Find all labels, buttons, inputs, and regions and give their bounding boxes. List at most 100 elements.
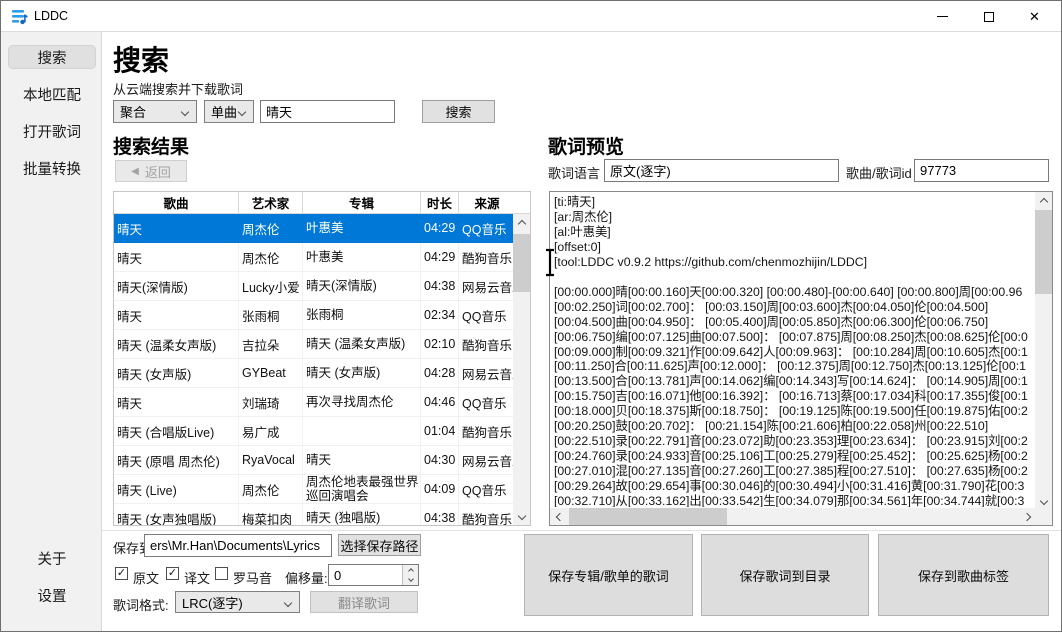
page-title: 搜索 xyxy=(113,39,169,79)
cell-song: 晴天 (Live) xyxy=(114,475,239,504)
cell-duration: 04:29 xyxy=(421,243,459,272)
table-row[interactable]: 晴天 (温柔女声版)吉拉朵晴天 (温柔女声版)02:10酷狗音乐 xyxy=(114,330,513,359)
table-row[interactable]: 晴天刘瑞琦再次寻找周杰伦04:46QQ音乐 xyxy=(114,388,513,417)
format-select[interactable]: LRC(逐字) xyxy=(175,591,300,613)
lyrics-language-input[interactable]: 原文(逐字) xyxy=(604,159,839,182)
minimize-button[interactable] xyxy=(920,1,965,32)
cell-album: 晴天 (独唱版) xyxy=(303,504,421,525)
translation-checkbox-label[interactable]: 译文 xyxy=(184,568,210,587)
lyrics-preview-box[interactable]: [ti:晴天] [ar:周杰伦] [al:叶惠美] [offset:0] [to… xyxy=(549,191,1053,526)
scroll-right-icon[interactable] xyxy=(1019,508,1036,525)
choose-path-button[interactable]: 选择保存路径 xyxy=(338,534,421,556)
cell-song: 晴天(深情版) xyxy=(114,272,239,301)
translate-lyrics-button[interactable]: 翻译歌词 xyxy=(310,591,418,613)
maximize-button[interactable] xyxy=(966,1,1011,32)
sidebar-item-batch-convert[interactable]: 批量转换 xyxy=(8,156,96,180)
source-select-value: 聚合 xyxy=(120,102,146,121)
translation-checkbox[interactable]: ✓ xyxy=(166,567,179,580)
column-header-duration[interactable]: 时长 xyxy=(421,192,459,213)
check-icon: ✓ xyxy=(168,568,177,579)
sidebar-item-settings[interactable]: 设置 xyxy=(8,583,96,607)
minimize-icon xyxy=(937,16,948,17)
original-checkbox[interactable]: ✓ xyxy=(115,567,128,580)
table-row[interactable]: 晴天周杰伦叶惠美04:29酷狗音乐 xyxy=(114,243,513,272)
offset-value: 0 xyxy=(334,568,341,583)
song-id-input[interactable]: 97773 xyxy=(914,159,1049,182)
cell-song: 晴天 (合唱版Live) xyxy=(114,417,239,446)
results-vscroll-thumb[interactable] xyxy=(513,234,530,292)
lyrics-hscroll-thumb[interactable] xyxy=(569,508,727,525)
cell-song: 晴天 (女声独唱版) xyxy=(114,504,239,525)
cell-album xyxy=(303,417,421,446)
sidebar-item-local-match[interactable]: 本地匹配 xyxy=(8,82,96,106)
check-icon: ✓ xyxy=(117,568,126,579)
type-select-value: 单曲 xyxy=(211,102,237,121)
scroll-left-icon[interactable] xyxy=(550,508,567,525)
cell-album: 晴天 xyxy=(303,446,421,475)
save-to-song-tag-button[interactable]: 保存到歌曲标签 xyxy=(878,534,1049,616)
romaji-checkbox[interactable]: ✓ xyxy=(215,567,228,580)
lyrics-vscrollbar[interactable] xyxy=(1035,192,1052,510)
results-rows: 晴天周杰伦叶惠美04:29QQ音乐晴天周杰伦叶惠美04:29酷狗音乐晴天(深情版… xyxy=(114,214,513,525)
column-header-song[interactable]: 歌曲 xyxy=(114,192,239,213)
results-table-header: 歌曲 艺术家 专辑 时长 来源 xyxy=(114,192,530,214)
original-checkbox-label[interactable]: 原文 xyxy=(133,568,159,587)
table-row[interactable]: 晴天 (女声版)GYBeat晴天 (女声版)04:28网易云音乐 xyxy=(114,359,513,388)
table-row[interactable]: 晴天(深情版)Lucky小爱晴天(深情版)04:38网易云音乐 xyxy=(114,272,513,301)
cell-song: 晴天 xyxy=(114,243,239,272)
column-header-source[interactable]: 来源 xyxy=(459,192,515,213)
cell-song: 晴天 xyxy=(114,214,239,243)
spinner-up-icon[interactable] xyxy=(403,565,418,575)
cell-source: 网易云音乐 xyxy=(459,446,513,475)
scroll-up-icon[interactable] xyxy=(513,214,530,231)
cell-artist: GYBeat xyxy=(239,359,303,388)
lyrics-language-label: 歌词语言 xyxy=(548,163,600,182)
close-button[interactable]: ✕ xyxy=(1012,1,1057,32)
table-row[interactable]: 晴天 (女声独唱版)梅菜扣肉晴天 (独唱版)04:38酷狗音乐 xyxy=(114,504,513,525)
format-select-value: LRC(逐字) xyxy=(182,593,243,612)
table-row[interactable]: 晴天 (Live)周杰伦周杰伦地表最强世界巡回演唱会04:09QQ音乐 xyxy=(114,475,513,504)
table-row[interactable]: 晴天周杰伦叶惠美04:29QQ音乐 xyxy=(114,214,513,243)
scroll-up-icon[interactable] xyxy=(1035,192,1052,209)
column-header-artist[interactable]: 艺术家 xyxy=(239,192,303,213)
results-vscrollbar[interactable] xyxy=(513,214,530,525)
sidebar-item-label: 关于 xyxy=(38,548,67,569)
cell-song: 晴天 (温柔女声版) xyxy=(114,330,239,359)
table-row[interactable]: 晴天 (原唱 周杰伦)RyaVocal晴天04:30网易云音乐 xyxy=(114,446,513,475)
lyrics-text[interactable]: [ti:晴天] [ar:周杰伦] [al:叶惠美] [offset:0] [to… xyxy=(554,195,1034,507)
cell-source: QQ音乐 xyxy=(459,214,513,243)
source-select[interactable]: 聚合 xyxy=(113,100,197,123)
back-button[interactable]: ◀ 返回 xyxy=(115,160,187,182)
cell-album: 晴天(深情版) xyxy=(303,272,421,301)
type-select[interactable]: 单曲 xyxy=(204,100,254,123)
cell-album: 叶惠美 xyxy=(303,214,421,243)
chevron-down-icon xyxy=(181,108,189,116)
search-input[interactable]: 晴天 xyxy=(260,100,395,123)
maximize-icon xyxy=(984,12,994,22)
page-subtitle: 从云端搜索并下载歌词 xyxy=(113,79,243,98)
cell-duration: 01:04 xyxy=(421,417,459,446)
search-button[interactable]: 搜索 xyxy=(422,100,495,123)
cell-duration: 04:38 xyxy=(421,504,459,525)
sidebar-item-open-lyrics[interactable]: 打开歌词 xyxy=(8,119,96,143)
save-lyrics-to-folder-button[interactable]: 保存歌词到目录 xyxy=(701,534,869,616)
lyrics-vscroll-thumb[interactable] xyxy=(1035,210,1052,294)
titlebar: LDDC ✕ xyxy=(1,1,1061,32)
chevron-down-icon xyxy=(238,108,246,116)
table-row[interactable]: 晴天 (合唱版Live)易广成01:04酷狗音乐 xyxy=(114,417,513,446)
romaji-checkbox-label[interactable]: 罗马音 xyxy=(233,568,272,587)
scroll-down-icon[interactable] xyxy=(513,508,530,525)
spinner-down-icon[interactable] xyxy=(403,575,418,585)
column-header-album[interactable]: 专辑 xyxy=(303,192,421,213)
sidebar-item-about[interactable]: 关于 xyxy=(8,546,96,570)
cell-artist: 刘瑞琦 xyxy=(239,388,303,417)
save-path-input[interactable]: ers\Mr.Han\Documents\Lyrics xyxy=(144,534,332,557)
cell-artist: Lucky小爱 xyxy=(239,272,303,301)
table-row[interactable]: 晴天张雨桐张雨桐02:34QQ音乐 xyxy=(114,301,513,330)
sidebar-item-search[interactable]: 搜索 xyxy=(8,45,96,69)
offset-label: 偏移量: xyxy=(285,568,328,587)
offset-spinner[interactable]: 0 xyxy=(328,564,419,586)
save-album-lyrics-button[interactable]: 保存专辑/歌单的歌词 xyxy=(524,534,693,616)
lyrics-hscrollbar[interactable] xyxy=(550,508,1036,525)
cell-song: 晴天 (原唱 周杰伦) xyxy=(114,446,239,475)
